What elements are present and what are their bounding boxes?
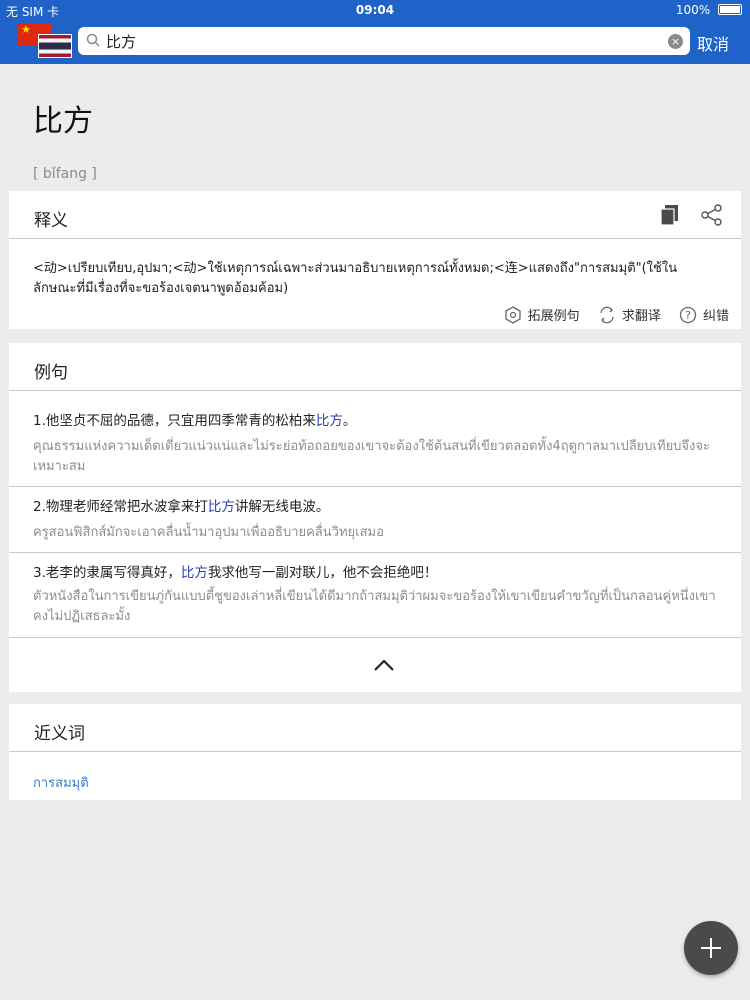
synonym-link[interactable]: การสมมุติ — [9, 752, 741, 813]
request-translation-button[interactable]: 求翻译 — [598, 305, 661, 324]
search-bar[interactable]: × — [78, 27, 690, 55]
pinyin: [ bǐfang ] — [33, 166, 97, 182]
example-chinese: 3.老李的隶属写得真好，比方我求他写一副对联儿，他不会拒绝吧！ — [33, 565, 438, 581]
example-thai: คุณธรรมแห่งความเด็ดเดี่ยวแน่วแน่และไม่ระ… — [33, 439, 710, 474]
share-icon[interactable] — [701, 204, 723, 231]
synonyms-title: 近义词 — [34, 724, 85, 744]
example-chinese: 1.他坚贞不屈的品德，只宜用四季常青的松柏来比方。 — [33, 413, 357, 429]
thailand-flag-icon — [38, 34, 72, 58]
status-time: 09:04 — [355, 3, 395, 17]
report-error-button[interactable]: ? 纠错 — [679, 305, 729, 324]
example-thai: ตัวหนังสือในการเขียนภู่กันแบบตี้ชูของเล่… — [33, 589, 716, 624]
example-item[interactable]: 1.他坚贞不屈的品德，只宜用四季常青的松柏来比方。 คุณธรรมแห่งควา… — [9, 391, 741, 487]
clear-search-icon[interactable]: × — [668, 34, 683, 49]
example-item[interactable]: 2.物理老师经常把水波拿来打比方讲解无线电波。 ครูสอนฟิสิกส์มัก… — [9, 487, 741, 553]
language-switch[interactable]: ★ — [18, 24, 74, 58]
collapse-examples-button[interactable] — [9, 638, 741, 692]
expand-examples-button[interactable]: 拓展例句 — [504, 305, 580, 324]
copy-icon[interactable] — [659, 204, 680, 231]
search-input[interactable] — [106, 30, 666, 52]
examples-header: 例句 — [9, 343, 741, 391]
add-button[interactable] — [684, 921, 738, 975]
definition-title: 释义 — [34, 211, 68, 231]
request-translation-icon — [600, 306, 614, 323]
search-icon — [86, 33, 100, 47]
examples-card: 例句 1.他坚贞不屈的品德，只宜用四季常青的松柏来比方。 คุณธรรมแห่ง… — [9, 343, 741, 692]
battery-percent: 100% — [675, 3, 711, 17]
cancel-button[interactable]: 取消 — [697, 31, 729, 55]
headword: 比方 — [33, 104, 93, 139]
top-bar: 无 SIM 卡 09:04 100% ★ × 取消 — [0, 0, 750, 64]
expand-examples-icon — [505, 305, 521, 324]
definition-header: 释义 — [9, 191, 741, 239]
battery-status: 100% — [676, 3, 742, 17]
svg-text:?: ? — [685, 309, 691, 322]
report-error-icon: ? — [679, 306, 697, 323]
synonyms-header: 近义词 — [9, 704, 741, 752]
chevron-up-icon — [374, 659, 394, 671]
example-item[interactable]: 3.老李的隶属写得真好，比方我求他写一副对联儿，他不会拒绝吧！ ตัวหนังส… — [9, 553, 741, 638]
definition-tools: 拓展例句 求翻译 ? 纠错 — [490, 305, 729, 324]
status-bar: 无 SIM 卡 09:04 100% — [0, 0, 750, 20]
example-chinese: 2.物理老师经常把水波拿来打比方讲解无线电波。 — [33, 499, 330, 515]
battery-icon — [718, 4, 742, 15]
example-thai: ครูสอนฟิสิกส์มักจะเอาคลื่นน้ำมาอุปมาเพื่… — [33, 525, 384, 540]
definition-text: <动>เปรียบเทียบ,อุปมา;<动>ใช้เหตุการณ์เฉพา… — [33, 261, 678, 296]
examples-title: 例句 — [34, 363, 68, 383]
synonyms-card: 近义词 การสมมุติ — [9, 704, 741, 800]
definition-card: 释义 <动>เปรียบเทียบ,อุปมา;<动>ใช้เหตุการณ์เ… — [9, 191, 741, 329]
